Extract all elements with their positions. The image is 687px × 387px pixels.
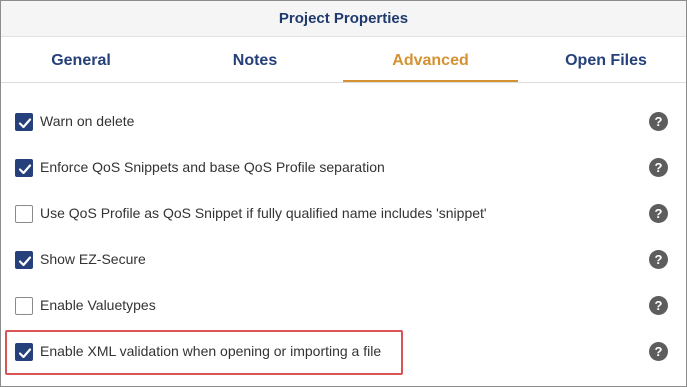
enforce-qos-snippets-label: Enforce QoS Snippets and base QoS Profil…	[40, 159, 385, 175]
dialog-titlebar: Project Properties	[1, 1, 686, 37]
check-icon	[18, 164, 32, 175]
help-icon[interactable]: ?	[649, 250, 668, 269]
project-properties-dialog: Project Properties General Notes Advance…	[0, 0, 687, 387]
tab-open-files[interactable]: Open Files	[536, 38, 676, 83]
show-ez-secure-checkbox[interactable]	[15, 251, 33, 269]
enable-xml-validation-label: Enable XML validation when opening or im…	[40, 343, 382, 359]
tab-bar: General Notes Advanced Open Files	[1, 38, 686, 83]
tab-notes[interactable]: Notes	[185, 38, 325, 83]
warn-on-delete-checkbox[interactable]	[15, 113, 33, 131]
option-enable-valuetypes: Enable Valuetypes ?	[15, 295, 675, 317]
help-icon[interactable]: ?	[649, 158, 668, 177]
option-use-qos-profile-as-snippet: Use QoS Profile as QoS Snippet if fully …	[15, 203, 675, 225]
dialog-title: Project Properties	[278, 10, 409, 27]
use-qos-profile-as-snippet-label: Use QoS Profile as QoS Snippet if fully …	[40, 205, 487, 221]
tab-advanced[interactable]: Advanced	[343, 38, 518, 83]
help-icon[interactable]: ?	[649, 342, 668, 361]
help-icon[interactable]: ?	[649, 296, 668, 315]
show-ez-secure-label: Show EZ-Secure	[40, 251, 146, 267]
option-show-ez-secure: Show EZ-Secure ?	[15, 249, 675, 271]
use-qos-profile-as-snippet-checkbox[interactable]	[15, 205, 33, 223]
warn-on-delete-label: Warn on delete	[40, 113, 135, 129]
tab-general[interactable]: General	[11, 38, 151, 83]
check-icon	[18, 256, 32, 267]
check-icon	[18, 348, 32, 359]
help-icon[interactable]: ?	[649, 112, 668, 131]
option-warn-on-delete: Warn on delete ?	[15, 111, 675, 133]
enforce-qos-snippets-checkbox[interactable]	[15, 159, 33, 177]
option-enable-xml-validation: Enable XML validation when opening or im…	[15, 341, 675, 363]
enable-valuetypes-checkbox[interactable]	[15, 297, 33, 315]
check-icon	[18, 118, 32, 129]
enable-xml-validation-checkbox[interactable]	[15, 343, 33, 361]
enable-valuetypes-label: Enable Valuetypes	[40, 297, 156, 313]
option-enforce-qos-snippets: Enforce QoS Snippets and base QoS Profil…	[15, 157, 675, 179]
help-icon[interactable]: ?	[649, 204, 668, 223]
